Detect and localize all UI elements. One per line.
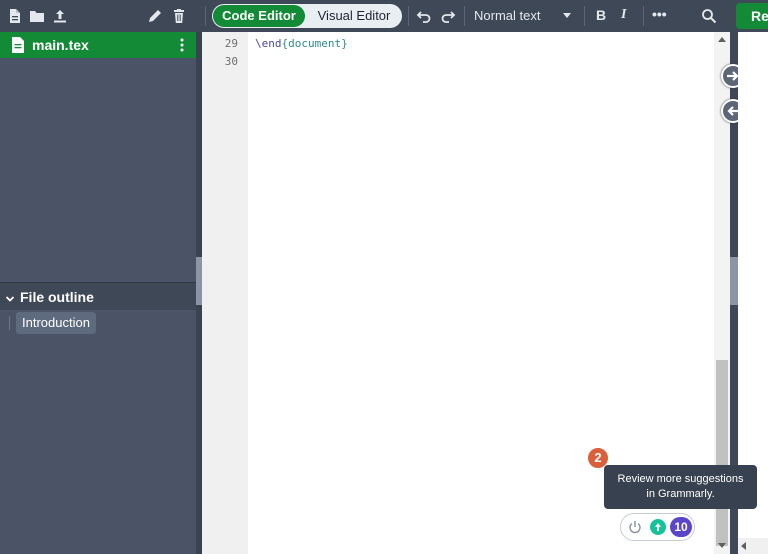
outline-resize-handle[interactable] <box>88 277 108 290</box>
line-number: 30 <box>224 55 238 68</box>
editor-mode-toggle: Code Editor Visual Editor <box>212 4 402 28</box>
file-tree-sidebar: main.tex File outline Introduction <box>0 32 196 554</box>
recompile-button[interactable]: Re <box>736 3 768 29</box>
pdf-collapse-handle[interactable] <box>730 257 738 305</box>
undo-icon[interactable] <box>416 8 432 29</box>
chevron-down-icon <box>5 291 15 309</box>
grammarly-icon[interactable] <box>650 519 666 535</box>
latex-command: \end <box>255 37 282 50</box>
top-toolbar: Code Editor Visual Editor Normal text B … <box>0 0 768 32</box>
new-folder-icon[interactable] <box>29 8 45 24</box>
text-style-value: Normal text <box>474 8 541 23</box>
grammarly-suggestion-count[interactable]: 10 <box>670 517 692 537</box>
pdf-scrollbar[interactable] <box>738 538 768 554</box>
bold-button[interactable]: B <box>596 7 606 23</box>
redo-icon[interactable] <box>440 8 456 29</box>
scroll-left-arrow-icon[interactable] <box>741 542 746 550</box>
rename-pencil-icon[interactable] <box>147 8 163 24</box>
outline-item-introduction[interactable]: Introduction <box>16 312 96 334</box>
visual-editor-tab[interactable]: Visual Editor <box>308 5 400 27</box>
toolbar-divider <box>584 6 585 26</box>
scrollbar-thumb[interactable] <box>716 360 728 546</box>
file-icon <box>11 37 25 58</box>
search-icon[interactable] <box>701 8 717 29</box>
chevron-down-icon <box>563 13 571 18</box>
line-number-gutter: 29 30 <box>202 32 248 554</box>
line-number: 29 <box>224 37 238 50</box>
toolbar-divider <box>408 6 409 26</box>
more-options-button[interactable]: ••• <box>652 6 667 22</box>
file-outline-title: File outline <box>20 289 94 305</box>
grammarly-tooltip: Review more suggestions in Grammarly. <box>604 465 757 509</box>
grammarly-widget[interactable]: 10 <box>620 513 695 541</box>
outline-guide-line <box>9 316 10 330</box>
scroll-up-arrow-icon[interactable] <box>718 37 726 42</box>
file-name: main.tex <box>32 37 89 53</box>
tooltip-line: Review more suggestions <box>617 473 744 485</box>
latex-argument: {document} <box>281 37 348 50</box>
kebab-menu-icon[interactable] <box>179 38 185 57</box>
power-icon[interactable] <box>628 520 642 539</box>
file-outline-header[interactable]: File outline <box>0 282 196 310</box>
toolbar-divider <box>464 6 465 26</box>
toolbar-divider <box>205 6 206 26</box>
new-file-icon[interactable] <box>7 8 23 24</box>
toolbar-divider <box>643 6 644 26</box>
file-tree-item-main-tex[interactable]: main.tex <box>0 32 196 58</box>
code-line[interactable]: \end{document} <box>255 37 348 50</box>
italic-button[interactable]: I <box>621 7 626 23</box>
file-tree-toolbar <box>0 0 198 32</box>
delete-trash-icon[interactable] <box>171 8 187 24</box>
scroll-down-arrow-icon[interactable] <box>718 543 726 548</box>
code-editor-tab[interactable]: Code Editor <box>213 5 305 27</box>
tooltip-line: in Grammarly. <box>646 488 715 500</box>
upload-icon[interactable] <box>52 8 68 24</box>
